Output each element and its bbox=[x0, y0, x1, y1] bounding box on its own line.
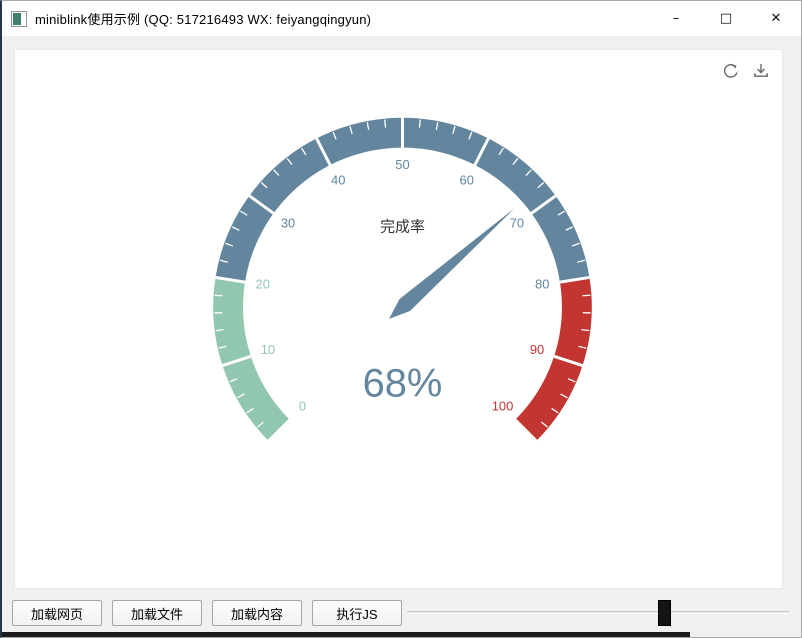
chart-toolbox bbox=[722, 62, 770, 80]
svg-text:50: 50 bbox=[395, 157, 409, 172]
svg-text:20: 20 bbox=[256, 276, 270, 291]
svg-text:80: 80 bbox=[535, 276, 549, 291]
close-button[interactable]: ✕ bbox=[751, 1, 801, 36]
svg-text:10: 10 bbox=[261, 342, 275, 357]
svg-text:60: 60 bbox=[460, 172, 474, 187]
value-slider bbox=[407, 589, 789, 637]
button-row: 加载网页 加载文件 加载内容 执行JS bbox=[12, 600, 402, 626]
slider-groove[interactable] bbox=[407, 611, 789, 614]
execute-js-button[interactable]: 执行JS bbox=[312, 600, 402, 626]
svg-text:90: 90 bbox=[530, 342, 544, 357]
save-image-download-icon[interactable] bbox=[752, 62, 770, 80]
svg-text:40: 40 bbox=[331, 172, 345, 187]
load-content-button[interactable]: 加载内容 bbox=[212, 600, 302, 626]
slider-handle[interactable] bbox=[658, 600, 671, 626]
maximize-button[interactable]: □ bbox=[701, 1, 751, 36]
svg-text:100: 100 bbox=[492, 399, 514, 414]
minimize-button[interactable]: – bbox=[651, 1, 701, 36]
window-title: miniblink使用示例 (QQ: 517216493 WX: feiyang… bbox=[35, 9, 371, 28]
restore-icon[interactable] bbox=[722, 62, 740, 80]
svg-text:70: 70 bbox=[510, 215, 524, 230]
svg-text:完成率: 完成率 bbox=[380, 218, 425, 235]
load-file-button[interactable]: 加载文件 bbox=[112, 600, 202, 626]
svg-text:30: 30 bbox=[281, 215, 295, 230]
svg-text:0: 0 bbox=[299, 399, 306, 414]
svg-text:68%: 68% bbox=[363, 362, 443, 406]
window-controls: – □ ✕ bbox=[651, 1, 801, 36]
app-window: miniblink使用示例 (QQ: 517216493 WX: feiyang… bbox=[0, 0, 802, 638]
titlebar: miniblink使用示例 (QQ: 517216493 WX: feiyang… bbox=[2, 1, 801, 37]
gauge-chart: 0 10 20 30 40 50 60 70 80 90 100 完成率 68% bbox=[15, 50, 782, 588]
content-area: 0 10 20 30 40 50 60 70 80 90 100 完成率 68% bbox=[2, 37, 801, 589]
window-bottom-shadow bbox=[2, 632, 690, 637]
bottom-toolbar: 加载网页 加载文件 加载内容 执行JS bbox=[2, 589, 801, 637]
app-icon bbox=[11, 11, 27, 27]
load-webpage-button[interactable]: 加载网页 bbox=[12, 600, 102, 626]
chart-panel: 0 10 20 30 40 50 60 70 80 90 100 完成率 68% bbox=[14, 49, 783, 589]
